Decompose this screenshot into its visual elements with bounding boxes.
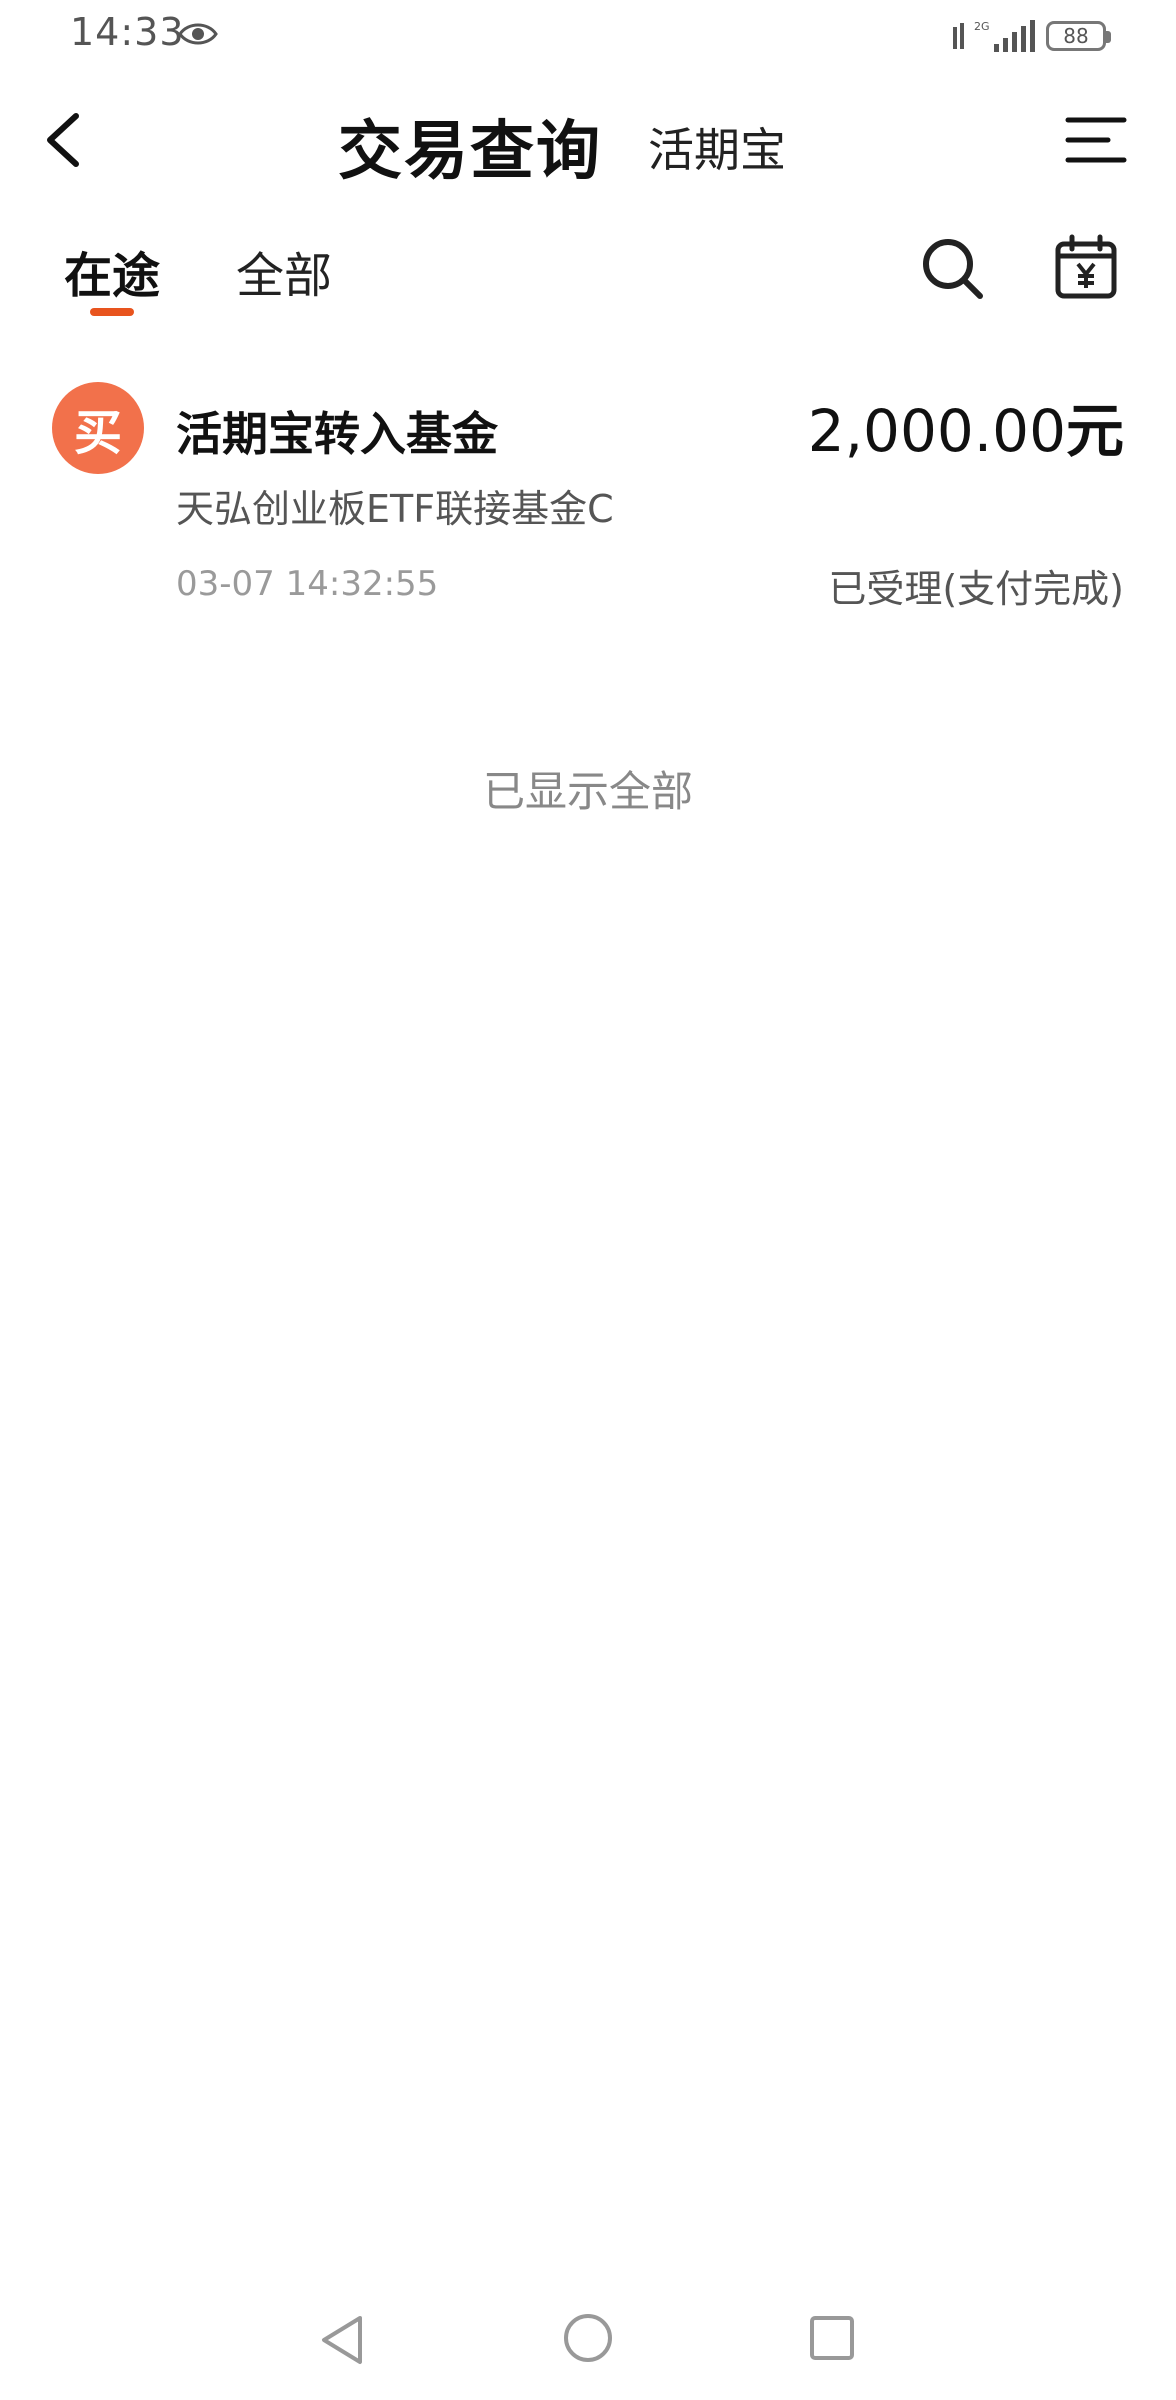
- buy-badge: 买: [52, 382, 144, 474]
- tab-active-indicator: [90, 308, 134, 316]
- amount-value: 2,000.00: [807, 397, 1066, 465]
- transaction-status: 已受理(支付完成): [828, 567, 1124, 611]
- transaction-title: 活期宝转入基金: [176, 407, 498, 461]
- network-label: 2G: [974, 20, 990, 33]
- battery-level: 88: [1063, 24, 1089, 48]
- tab-in-transit[interactable]: 在途: [64, 236, 160, 306]
- fund-name: 天弘创业板ETF联接基金C: [176, 487, 614, 531]
- status-indicators: 2G 88: [952, 14, 1111, 58]
- battery-icon: 88: [1046, 21, 1111, 51]
- all-shown-note: 已显示全部: [482, 767, 693, 816]
- calendar-yuan-icon[interactable]: [1054, 234, 1118, 300]
- tab-bar: 在途 全部: [0, 230, 1176, 330]
- transaction-query-page: 14:33 2G 88 交易查询 活期宝 在途 全部 买 活期宝转入基金 2,0…: [0, 0, 1176, 2400]
- system-back-icon[interactable]: [318, 2312, 366, 2368]
- search-icon[interactable]: [920, 236, 986, 302]
- buy-badge-label: 买: [73, 405, 122, 461]
- page-subtitle: 活期宝: [648, 123, 786, 177]
- tab-all[interactable]: 全部: [236, 236, 332, 306]
- transaction-amount: 2,000.00元: [808, 384, 1124, 468]
- menu-icon[interactable]: [1064, 108, 1128, 172]
- back-icon[interactable]: [40, 108, 90, 172]
- status-bar: 14:33 2G 88: [0, 0, 1176, 72]
- signal-icon: 2G: [974, 20, 1035, 52]
- system-nav-bar: [0, 2300, 1176, 2380]
- amount-unit: 元: [1065, 397, 1124, 465]
- system-recent-apps-icon[interactable]: [808, 2314, 856, 2362]
- vibrate-icon: [953, 23, 964, 49]
- nav-bar: 交易查询 活期宝: [0, 90, 1176, 190]
- eye-icon: [178, 23, 218, 45]
- transaction-item[interactable]: 买 活期宝转入基金 2,000.00元 天弘创业板ETF联接基金C 03-07 …: [0, 370, 1176, 620]
- system-home-icon[interactable]: [562, 2312, 614, 2364]
- transaction-time: 03-07 14:32:55: [176, 564, 439, 604]
- page-title: 交易查询: [338, 115, 602, 189]
- status-time: 14:33: [70, 10, 185, 54]
